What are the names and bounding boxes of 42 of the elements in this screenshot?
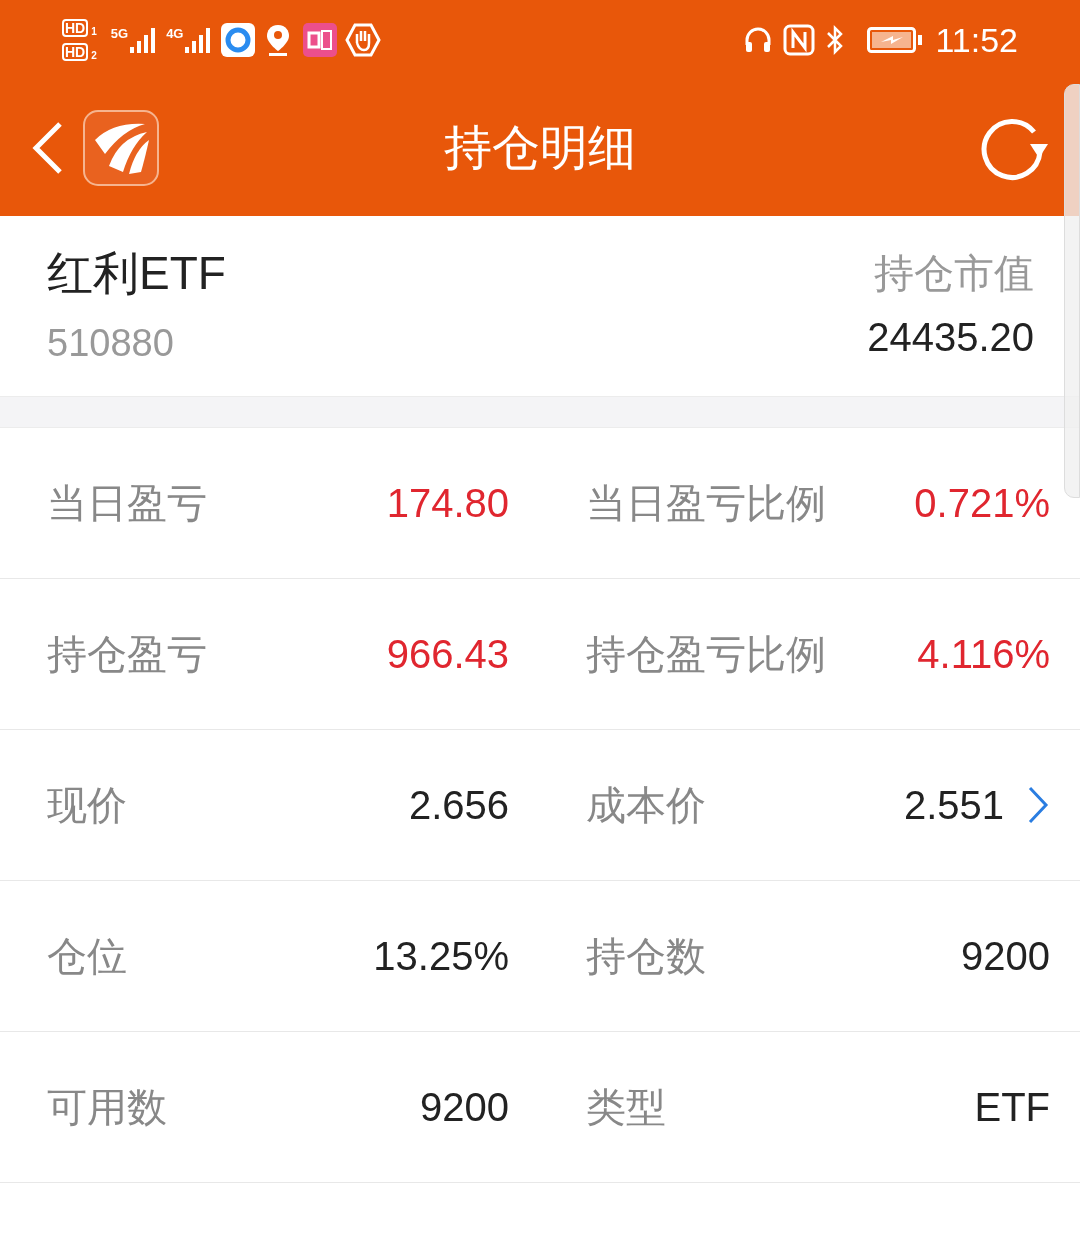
sim-slot-number: 1 xyxy=(91,27,97,37)
stock-code: 510880 xyxy=(47,324,174,362)
field-value: ETF xyxy=(974,1084,1050,1131)
field-value: 966.43 xyxy=(386,631,509,678)
field-label: 当日盈亏比例 xyxy=(586,480,826,527)
scrollbar[interactable] xyxy=(1064,84,1080,498)
field-value: 9200 xyxy=(420,1084,509,1131)
field-label: 成本价 xyxy=(586,782,706,829)
market-value: 24435.20 xyxy=(867,317,1034,357)
field-label: 持仓数 xyxy=(586,933,706,980)
field-value: 4.116% xyxy=(917,631,1050,678)
location-pin-icon xyxy=(265,23,292,57)
app-notification-icon xyxy=(303,23,338,57)
field-label: 持仓盈亏 xyxy=(47,631,207,678)
hd-label: HD xyxy=(62,19,89,37)
nfc-icon xyxy=(783,24,816,56)
app-logo-icon xyxy=(83,110,159,186)
field-label: 持仓盈亏比例 xyxy=(586,631,826,678)
field-label: 可用数 xyxy=(47,1084,167,1131)
field-value: 9200 xyxy=(961,933,1050,980)
clock-time: 11:52 xyxy=(935,23,1018,57)
hd-label: HD xyxy=(62,43,89,61)
app-notification-icon xyxy=(221,23,256,57)
chevron-right-icon[interactable] xyxy=(1026,785,1050,825)
stock-name: 红利ETF xyxy=(47,250,226,296)
field-label: 仓位 xyxy=(47,933,127,980)
field-value: 174.80 xyxy=(386,480,509,527)
network-type-label: 4G xyxy=(166,27,184,40)
field-value: 2.551 xyxy=(903,782,1004,829)
field-label: 持仓市值 xyxy=(874,253,1034,293)
field-value: 2.656 xyxy=(408,782,509,829)
sim-slot-number: 2 xyxy=(91,51,97,61)
field-value: 0.721% xyxy=(914,480,1050,527)
field-label: 当日盈亏 xyxy=(47,480,207,527)
network-type-label: 5G xyxy=(110,27,129,40)
headphones-icon xyxy=(743,25,774,55)
hand-icon xyxy=(345,23,382,57)
field-label: 类型 xyxy=(586,1084,666,1131)
field-label: 现价 xyxy=(47,782,127,829)
battery-icon xyxy=(867,26,924,54)
page-title: 持仓明细 xyxy=(444,120,636,176)
field-value: 13.25% xyxy=(373,933,509,980)
